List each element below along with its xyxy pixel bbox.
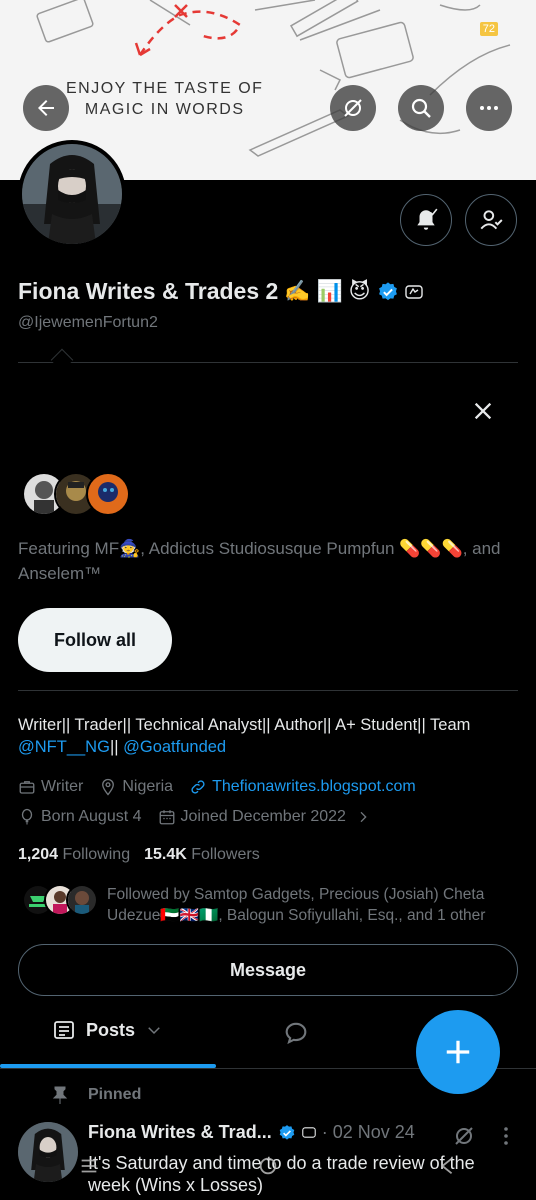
grok-icon bbox=[344, 99, 362, 117]
notifications-button[interactable] bbox=[400, 194, 452, 246]
followed-by-text[interactable]: Followed by Samtop Gadgets, Precious (Jo… bbox=[107, 884, 523, 926]
follow-all-button[interactable]: Follow all bbox=[18, 608, 172, 672]
suggested-avatars[interactable] bbox=[22, 472, 130, 516]
tab-posts-label: Posts bbox=[86, 1019, 136, 1040]
banner-tagline-line1: ENJOY THE TASTE OF bbox=[66, 80, 264, 97]
follow-stats: 1,204 Following 15.4K Followers bbox=[18, 846, 260, 864]
followers-count: 15.4K bbox=[144, 846, 187, 863]
close-icon bbox=[474, 402, 492, 420]
follower-avatar bbox=[66, 884, 98, 916]
recent-apps-icon bbox=[81, 1159, 97, 1173]
bio-mention-goatfunded[interactable]: @Goatfunded bbox=[123, 738, 226, 756]
person-check-icon bbox=[480, 210, 503, 230]
back-triangle-icon bbox=[440, 1157, 452, 1175]
grok-button[interactable] bbox=[330, 85, 376, 131]
affiliate-badge-icon bbox=[301, 1127, 316, 1138]
system-nav-bar bbox=[0, 1146, 536, 1186]
joined-item[interactable]: Joined December 2022 bbox=[158, 808, 371, 826]
posts-icon bbox=[54, 1021, 74, 1039]
chevron-down-icon bbox=[148, 1027, 160, 1035]
verified-badge-icon[interactable] bbox=[377, 281, 399, 303]
profile-meta-row-1: Writer Nigeria Thefionawrites.blogspot.c… bbox=[18, 778, 432, 796]
bio-mention-nft-ng[interactable]: @NFT__NG bbox=[18, 738, 110, 756]
featuring-text: Featuring MF🧙, Addictus Studiosusque Pum… bbox=[18, 539, 501, 583]
tab-posts[interactable]: Posts bbox=[52, 1018, 163, 1042]
website-link[interactable]: Thefionawrites.blogspot.com bbox=[212, 778, 416, 796]
profile-meta-row-2: Born August 4 Joined December 2022 bbox=[18, 808, 387, 826]
name-emoji-chart: 📊 bbox=[316, 279, 343, 303]
balloon-icon bbox=[21, 808, 33, 825]
bio-separator: || bbox=[109, 738, 124, 756]
location-pin-icon bbox=[102, 778, 115, 796]
link-icon bbox=[191, 780, 205, 794]
followed-by-avatars[interactable] bbox=[22, 884, 98, 916]
location-text: Nigeria bbox=[122, 778, 174, 795]
tab-replies[interactable] bbox=[282, 1018, 310, 1051]
banner-tagline-line2: MAGIC IN WORDS bbox=[84, 101, 245, 118]
post-date: · 02 Nov 24 bbox=[321, 1122, 415, 1142]
grok-icon[interactable] bbox=[452, 1124, 476, 1148]
profile-handle: @IjewemenFortun2 bbox=[18, 314, 158, 331]
back-button[interactable] bbox=[23, 85, 69, 131]
message-button[interactable]: Message bbox=[18, 944, 518, 996]
post-author-name[interactable]: Fiona Writes & Trad... bbox=[88, 1122, 272, 1143]
arrow-left-icon bbox=[38, 100, 54, 116]
plus-icon bbox=[446, 1040, 470, 1064]
name-emoji-devil: 😈 bbox=[348, 280, 371, 303]
following-count: 1,204 bbox=[18, 846, 59, 863]
followers-label: Followers bbox=[191, 846, 260, 863]
profession-text: Writer bbox=[41, 778, 84, 795]
location-item: Nigeria bbox=[99, 778, 173, 796]
suggestions-divider-bottom bbox=[18, 690, 518, 691]
pinned-indicator: Pinned bbox=[52, 1086, 141, 1104]
avatar-image bbox=[22, 144, 122, 244]
banner-tagline: ENJOY THE TASTE OF MAGIC IN WORDS bbox=[66, 78, 263, 120]
more-vertical-icon[interactable] bbox=[500, 1124, 512, 1148]
pin-icon bbox=[52, 1086, 68, 1104]
following-stat[interactable]: 1,204 Following bbox=[18, 846, 130, 864]
speech-bubble-icon bbox=[285, 1022, 307, 1045]
profile-name-row: Fiona Writes & Trades 2 ✍️ 📊 😈 bbox=[18, 278, 423, 305]
following-label: Following bbox=[62, 846, 131, 863]
home-circle-icon bbox=[259, 1157, 277, 1175]
close-suggestions-button[interactable] bbox=[468, 396, 498, 426]
post-header: Fiona Writes & Trad... · 02 Nov 24 bbox=[88, 1122, 415, 1143]
search-icon bbox=[411, 98, 431, 118]
display-name: Fiona Writes & Trades 2 bbox=[18, 278, 279, 304]
more-button[interactable] bbox=[466, 85, 512, 131]
profession-item: Writer bbox=[18, 778, 83, 796]
following-button[interactable] bbox=[465, 194, 517, 246]
bio-text: Writer|| Trader|| Technical Analyst|| Au… bbox=[18, 716, 471, 734]
calendar-icon bbox=[159, 810, 174, 825]
briefcase-icon bbox=[19, 781, 35, 794]
pinned-label: Pinned bbox=[88, 1086, 142, 1103]
website-item[interactable]: Thefionawrites.blogspot.com bbox=[189, 778, 416, 796]
suggestions-divider-top bbox=[18, 362, 518, 363]
followers-stat[interactable]: 15.4K Followers bbox=[144, 846, 260, 864]
profile-bio: Writer|| Trader|| Technical Analyst|| Au… bbox=[18, 714, 518, 758]
birthday-text: Born August 4 bbox=[41, 808, 142, 825]
chevron-right-icon bbox=[360, 811, 367, 823]
more-horizontal-icon bbox=[480, 106, 498, 110]
home-button[interactable] bbox=[253, 1151, 283, 1181]
banner-corner-badge: 72 bbox=[479, 22, 498, 36]
bell-check-icon bbox=[417, 208, 438, 230]
compose-post-button[interactable] bbox=[416, 1010, 500, 1094]
suggestions-caret bbox=[50, 348, 74, 372]
birthday-item: Born August 4 bbox=[18, 808, 142, 826]
system-back-button[interactable] bbox=[432, 1151, 462, 1181]
affiliate-badge-icon[interactable] bbox=[404, 284, 423, 299]
joined-text: Joined December 2022 bbox=[180, 808, 346, 825]
name-emoji-writing: ✍️ bbox=[284, 279, 311, 303]
search-button[interactable] bbox=[398, 85, 444, 131]
verified-badge-icon bbox=[279, 1124, 294, 1140]
recent-apps-button[interactable] bbox=[74, 1151, 104, 1181]
profile-avatar[interactable] bbox=[18, 140, 126, 248]
suggested-avatar bbox=[86, 472, 130, 516]
